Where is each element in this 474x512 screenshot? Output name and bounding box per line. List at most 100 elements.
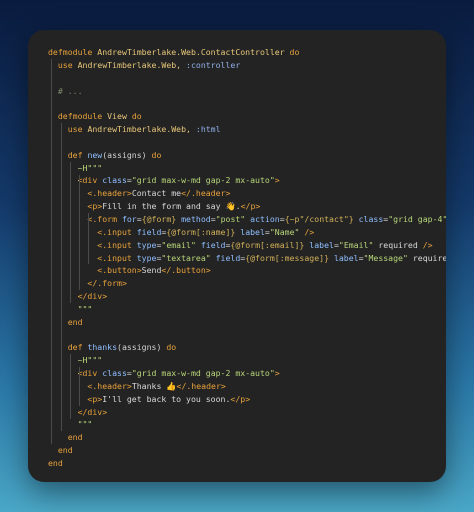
indent-guide [51, 58, 52, 445]
code-token: (assigns) [102, 149, 152, 160]
code-line: # ... [48, 85, 446, 98]
code-token: """ [48, 303, 93, 314]
code-line: defmodule View do [48, 110, 446, 123]
code-line: def new(assigns) do [48, 149, 446, 162]
code-line: ~H""" [48, 162, 446, 175]
code-line: <.header>Thanks 👍</.header> [48, 380, 446, 393]
code-token: type [136, 239, 157, 250]
code-token: end [48, 458, 63, 468]
code-token: "Name" [269, 226, 300, 237]
code-token: label [235, 226, 265, 237]
code-token: def [48, 342, 88, 353]
code-token: class [102, 368, 127, 379]
code-token: :html [195, 124, 221, 135]
code-token: end [48, 432, 83, 443]
code-token: action [245, 213, 280, 224]
code-token: def [48, 149, 88, 160]
code-token: end [48, 316, 83, 327]
code-line: </.form> [48, 277, 446, 290]
code-token: do [166, 342, 177, 353]
code-token: :controller [186, 59, 241, 70]
code-token: <div [48, 368, 103, 379]
code-token: "grid max-w-md gap-2 mx-auto" [131, 175, 275, 186]
code-token: </p> [240, 201, 261, 212]
code-token: </div> [48, 406, 108, 417]
code-token: thanks [87, 342, 118, 353]
code-token: type [136, 252, 157, 263]
code-token: field [136, 226, 162, 237]
code-token: do [151, 149, 162, 160]
code-block: defmodule AndrewTimberlake.Web.ContactCo… [48, 46, 446, 470]
code-token: {@form[:message]} [245, 252, 330, 263]
code-token: </.button> [161, 265, 211, 276]
code-token: > [274, 368, 280, 379]
code-token: /> [299, 226, 315, 237]
code-line: use AndrewTimberlake.Web, :html [48, 123, 446, 136]
code-token: field [210, 252, 241, 263]
code-token: "textarea" [161, 252, 211, 263]
code-token: /> [417, 239, 433, 250]
code-line: <.input type="textarea" field={@form[:me… [48, 252, 446, 265]
code-token: <p> [48, 201, 103, 212]
code-line: ~H""" [48, 354, 446, 367]
code-token: use [48, 124, 83, 135]
code-line: <.header>Contact me</.header> [48, 187, 446, 200]
code-line: <div class="grid max-w-md gap-2 mx-auto"… [48, 174, 446, 187]
code-line: defmodule AndrewTimberlake.Web.ContactCo… [48, 46, 446, 59]
code-token: </div> [48, 291, 108, 302]
code-line: </div> [48, 290, 446, 303]
code-line: def thanks(assigns) do [48, 341, 446, 354]
indent-guide [70, 161, 71, 303]
code-token: class [102, 175, 127, 186]
code-token: <div [48, 175, 103, 186]
code-token: </.header> [176, 380, 226, 391]
code-token: {@form[:name]} [166, 226, 236, 237]
code-line: </div> [48, 406, 446, 419]
code-token: {~p"/contact"} [284, 213, 354, 224]
code-token: """ [48, 419, 93, 430]
indent-guide [79, 174, 80, 291]
code-token: field [195, 239, 226, 250]
code-token: ~H""" [48, 162, 103, 173]
code-line: end [48, 431, 446, 444]
code-token: do [131, 111, 142, 122]
code-token: > [274, 175, 280, 186]
code-token: <.button> [48, 265, 142, 276]
code-line: """ [48, 303, 446, 316]
code-token: class [353, 213, 384, 224]
code-token: defmodule [48, 111, 103, 122]
code-token: "post" [215, 213, 246, 224]
code-token: <.form [48, 213, 122, 224]
code-token: </.form> [48, 278, 127, 289]
code-token: </p> [230, 393, 251, 404]
code-line: end [48, 457, 446, 470]
indent-guide [88, 213, 89, 265]
code-line: <p>Fill in the form and say 👋.</p> [48, 200, 446, 213]
code-line: end [48, 444, 446, 457]
code-token: end [48, 445, 73, 456]
indent-guide [70, 354, 71, 419]
code-token: I'll get back to you soon. [102, 393, 231, 404]
code-line: <.input field={@form[:name]} label="Name… [48, 226, 446, 239]
code-token: "email" [161, 239, 196, 250]
code-token: </.header> [181, 188, 231, 199]
code-line: <.input type="email" field={@form[:email… [48, 239, 446, 252]
code-token: "grid gap-4" [388, 213, 446, 224]
code-token: AndrewTimberlake.Web, [72, 59, 187, 70]
code-token: do [289, 47, 300, 57]
code-line: use AndrewTimberlake.Web, :controller [48, 59, 446, 72]
code-token: required [412, 252, 446, 263]
code-editor-window: defmodule AndrewTimberlake.Web.ContactCo… [28, 30, 446, 482]
code-token: "grid max-w-md gap-2 mx-auto" [131, 368, 275, 379]
code-token: View [102, 111, 132, 122]
code-token: {@form} [141, 213, 177, 224]
indent-guide [79, 367, 80, 406]
code-line: <.button>Send</.button> [48, 264, 446, 277]
code-token: ~H""" [48, 355, 103, 366]
code-token: new [87, 149, 103, 160]
code-token: Send [141, 265, 162, 276]
code-token: Thanks 👍 [131, 380, 177, 391]
